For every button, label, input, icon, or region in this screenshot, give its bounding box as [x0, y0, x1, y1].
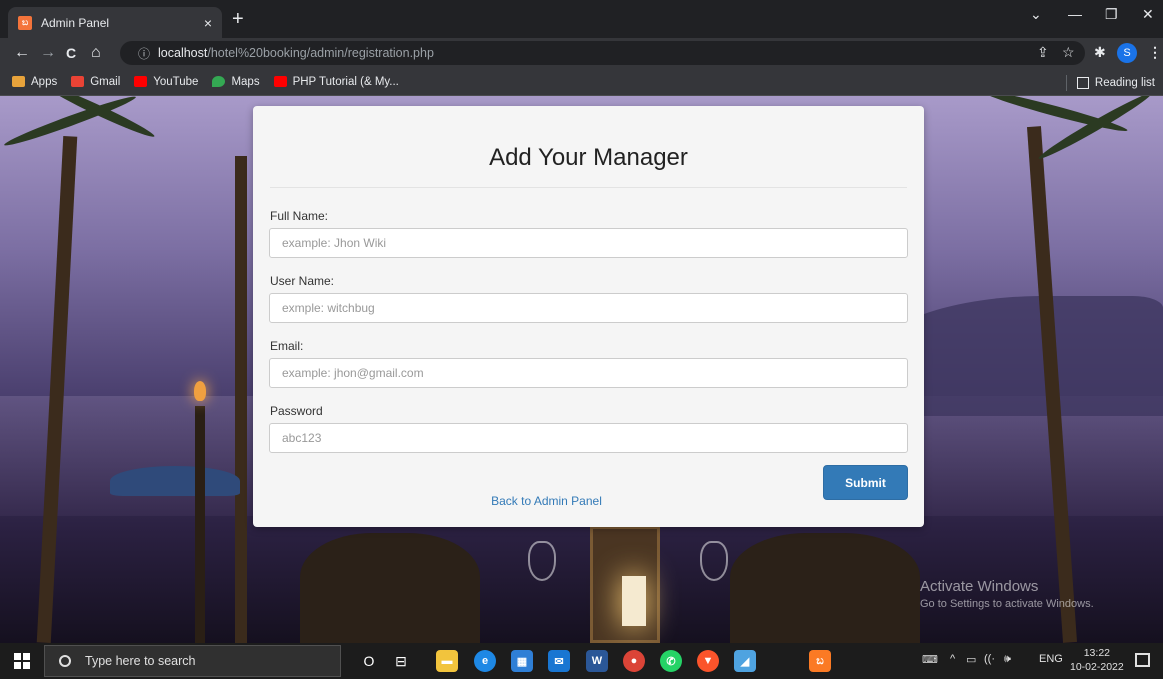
email-input[interactable]: [269, 358, 908, 388]
edge-icon[interactable]: e: [474, 650, 496, 672]
address-bar[interactable]: ⓘ localhost/hotel%20booking/admin/regist…: [120, 41, 1085, 65]
maps-pin-icon: [212, 76, 226, 87]
reading-list-icon: [1076, 77, 1089, 89]
registration-form-panel: Add Your Manager Full Name: User Name: E…: [253, 106, 924, 527]
restore-button[interactable]: ❐: [1105, 6, 1118, 23]
notification-icon[interactable]: [1135, 653, 1150, 667]
volume-icon[interactable]: 🕪: [1004, 653, 1011, 666]
email-label: Email:: [270, 339, 304, 353]
brave-icon[interactable]: ▼: [697, 650, 719, 672]
search-icon: [59, 655, 71, 667]
apps-grid-icon: [12, 76, 25, 87]
app-icon[interactable]: ◢: [734, 650, 756, 672]
forward-button[interactable]: →: [40, 43, 56, 63]
youtube-icon: [273, 76, 287, 87]
bookmark-label: Gmail: [90, 75, 121, 88]
start-windows-icon[interactable]: [14, 653, 30, 669]
close-window-button[interactable]: ✕: [1142, 6, 1154, 23]
home-button[interactable]: ⌂: [91, 43, 101, 63]
site-info-icon[interactable]: ⓘ: [138, 45, 150, 62]
back-button[interactable]: ←: [14, 43, 30, 63]
chair-silhouette: [730, 533, 920, 643]
bookmark-label: PHP Tutorial (& My...: [292, 75, 399, 88]
word-icon[interactable]: W: [586, 650, 608, 672]
reading-list-button[interactable]: Reading list: [1065, 75, 1155, 91]
reading-list-label: Reading list: [1094, 77, 1155, 89]
minimize-button[interactable]: —: [1068, 6, 1082, 22]
cortana-icon[interactable]: O: [358, 650, 380, 672]
user-name-input[interactable]: [269, 293, 908, 323]
browser-menu-icon[interactable]: ⋮: [1148, 44, 1162, 61]
gmail-icon: [71, 76, 85, 87]
extensions-icon[interactable]: ✱: [1094, 44, 1106, 61]
umbrella-silhouette: [110, 466, 240, 496]
windows-taskbar: Type here to search O ⊟ ▬ e ▦ ✉ W ● ✆ ▼ …: [0, 643, 1163, 679]
wine-glass: [528, 541, 556, 581]
bookmark-apps[interactable]: Apps: [12, 76, 57, 88]
new-tab-button[interactable]: +: [232, 8, 244, 30]
full-name-label: Full Name:: [270, 209, 329, 223]
activate-windows-watermark: Activate Windows Go to Settings to activ…: [920, 578, 1094, 610]
watermark-title: Activate Windows: [920, 578, 1039, 595]
form-title: Add Your Manager: [489, 144, 688, 171]
youtube-icon: [134, 76, 148, 87]
clock-time: 13:22: [1083, 647, 1110, 659]
wifi-icon[interactable]: ((·: [984, 653, 995, 665]
chrome-icon[interactable]: ●: [623, 650, 645, 672]
tab-close-icon[interactable]: ×: [204, 15, 212, 31]
xampp-favicon-icon: ಬ: [18, 15, 32, 30]
bookmark-maps[interactable]: Maps: [212, 75, 260, 88]
bookmark-label: Maps: [231, 75, 260, 88]
torch-pole: [195, 406, 205, 643]
search-placeholder: Type here to search: [85, 654, 196, 668]
full-name-input[interactable]: [269, 228, 908, 258]
bookmark-label: YouTube: [153, 75, 199, 88]
password-label: Password: [270, 404, 323, 418]
torch-flame: [194, 381, 206, 401]
keyboard-icon[interactable]: ⌨: [922, 653, 938, 666]
taskbar-search-box[interactable]: Type here to search: [44, 645, 341, 677]
language-indicator[interactable]: ENG: [1039, 653, 1063, 665]
browser-tab[interactable]: ಬ Admin Panel ×: [8, 7, 222, 38]
network-icon[interactable]: ▭: [966, 653, 976, 666]
bookmark-label: Apps: [31, 75, 58, 88]
clock-date: 10-02-2022: [1070, 661, 1124, 673]
tab-title: Admin Panel: [41, 15, 110, 30]
divider: [270, 187, 907, 188]
wine-glass: [700, 541, 728, 581]
bookmark-php-tutorial[interactable]: PHP Tutorial (& My...: [273, 75, 399, 88]
mail-icon[interactable]: ✉: [548, 650, 570, 672]
password-input[interactable]: [269, 423, 908, 453]
candle: [622, 576, 646, 626]
bookmark-star-icon[interactable]: ☆: [1062, 44, 1075, 61]
back-to-admin-link[interactable]: Back to Admin Panel: [253, 494, 840, 508]
xampp-icon[interactable]: ಬ: [809, 650, 831, 672]
url-host: localhost: [158, 46, 208, 60]
browser-toolbar: ← → C ⌂ ⓘ localhost/hotel%20booking/admi…: [0, 38, 1163, 68]
bookmark-youtube[interactable]: YouTube: [134, 76, 198, 88]
task-view-icon[interactable]: ⊟: [390, 650, 412, 672]
palm-tree-left: [36, 135, 78, 643]
chair-silhouette: [300, 533, 480, 643]
user-name-label: User Name:: [270, 274, 335, 288]
file-explorer-icon[interactable]: ▬: [436, 650, 458, 672]
divider: [1065, 75, 1067, 91]
palm-tree-left-2: [235, 156, 247, 643]
share-icon[interactable]: ⇪: [1037, 44, 1049, 61]
tab-search-dropdown-icon[interactable]: ⌄: [1030, 6, 1042, 23]
show-hidden-icons-icon[interactable]: ^: [950, 653, 955, 665]
bookmarks-bar: Apps Gmail YouTube Maps PHP Tutorial (& …: [0, 68, 1163, 96]
taskbar-clock[interactable]: 13:22 10-02-2022: [1070, 646, 1124, 674]
profile-avatar[interactable]: S: [1117, 43, 1137, 63]
reload-button[interactable]: C: [66, 43, 76, 63]
bookmark-gmail[interactable]: Gmail: [71, 76, 120, 88]
whatsapp-icon[interactable]: ✆: [660, 650, 682, 672]
watermark-subtitle: Go to Settings to activate Windows.: [920, 598, 1094, 610]
url-path: /hotel%20booking/admin/registration.php: [207, 46, 434, 60]
store-icon[interactable]: ▦: [511, 650, 533, 672]
browser-tab-strip: ಬ Admin Panel × + ⌄ — ❐ ✕: [0, 0, 1163, 38]
